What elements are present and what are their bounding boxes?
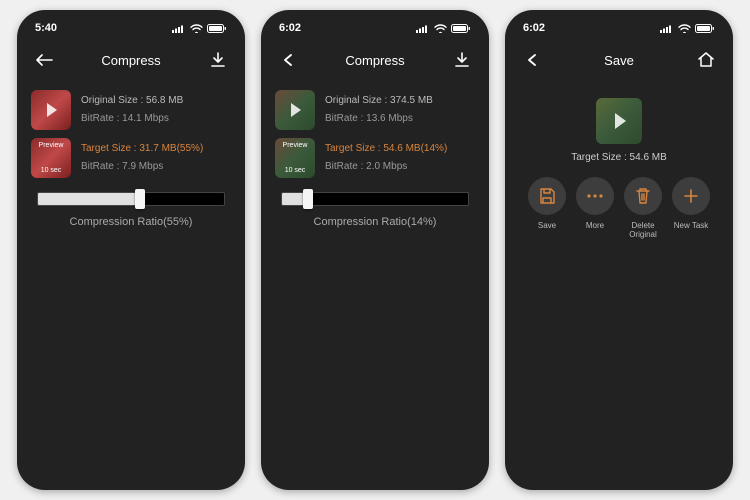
- save-button[interactable]: [528, 177, 566, 215]
- preview-duration: 10 sec: [31, 167, 71, 174]
- screen-compress-1: 5:40 Compress: [17, 10, 245, 490]
- original-info: Original Size : 56.8 MB BitRate : 14.1 M…: [81, 93, 231, 127]
- compression-slider[interactable]: [37, 192, 225, 206]
- wifi-icon: [434, 24, 447, 33]
- back-chevron-icon: [282, 53, 294, 67]
- nav-bar: Compress: [17, 42, 245, 78]
- target-row: Preview 10 sec Target Size : 54.6 MB(14%…: [275, 138, 475, 178]
- home-icon: [697, 52, 715, 68]
- slider-knob[interactable]: [135, 189, 145, 209]
- home-button[interactable]: [695, 49, 717, 71]
- compression-ratio-label: Compression Ratio(55%): [31, 216, 231, 228]
- new-task-button[interactable]: [672, 177, 710, 215]
- save-target-size: Target Size : 54.6 MB: [571, 152, 667, 163]
- trash-icon: [635, 187, 651, 205]
- action-new: New Task: [667, 177, 715, 239]
- download-button[interactable]: [451, 49, 473, 71]
- back-arrow-icon: [35, 53, 53, 67]
- status-time: 6:02: [279, 22, 301, 34]
- back-chevron-icon: [526, 53, 538, 67]
- original-thumbnail[interactable]: [275, 90, 315, 130]
- slider-fill: [38, 193, 140, 205]
- status-bar: 5:40: [17, 10, 245, 42]
- nav-bar: Compress: [261, 42, 489, 78]
- original-size: Original Size : 374.5 MB: [325, 93, 475, 109]
- save-label: Save: [538, 221, 556, 230]
- status-indicators: [416, 24, 471, 33]
- download-icon: [454, 52, 470, 68]
- status-bar: 6:02: [261, 10, 489, 42]
- action-more: More: [571, 177, 619, 239]
- target-bitrate: BitRate : 7.9 Mbps: [81, 159, 231, 175]
- nav-bar: Save: [505, 42, 733, 78]
- wifi-icon: [190, 24, 203, 33]
- action-row: Save More Delete Original: [519, 177, 719, 239]
- status-bar: 6:02: [505, 10, 733, 42]
- original-bitrate: BitRate : 14.1 Mbps: [81, 111, 231, 127]
- status-time: 5:40: [35, 22, 57, 34]
- download-button[interactable]: [207, 49, 229, 71]
- screen-save: 6:02 Save: [505, 10, 733, 490]
- slider-track: [37, 192, 225, 206]
- original-thumbnail[interactable]: [31, 90, 71, 130]
- play-icon: [47, 103, 57, 117]
- download-icon: [210, 52, 226, 68]
- slider-knob[interactable]: [303, 189, 313, 209]
- original-row: Original Size : 56.8 MB BitRate : 14.1 M…: [31, 90, 231, 130]
- play-icon: [615, 113, 626, 129]
- status-indicators: [660, 24, 715, 33]
- signal-icon: [416, 24, 430, 33]
- more-icon: [586, 193, 604, 199]
- save-thumbnail[interactable]: [596, 98, 642, 144]
- back-button[interactable]: [277, 49, 299, 71]
- target-bitrate: BitRate : 2.0 Mbps: [325, 159, 475, 175]
- save-icon: [538, 187, 556, 205]
- battery-icon: [207, 24, 227, 33]
- delete-button[interactable]: [624, 177, 662, 215]
- more-label: More: [586, 221, 604, 230]
- delete-label: Delete Original: [619, 221, 667, 239]
- action-save: Save: [523, 177, 571, 239]
- slider-track: [281, 192, 469, 206]
- original-bitrate: BitRate : 13.6 Mbps: [325, 111, 475, 127]
- play-icon: [291, 103, 301, 117]
- preview-thumbnail[interactable]: Preview 10 sec: [275, 138, 315, 178]
- back-button[interactable]: [521, 49, 543, 71]
- battery-icon: [451, 24, 471, 33]
- more-button[interactable]: [576, 177, 614, 215]
- status-time: 6:02: [523, 22, 545, 34]
- action-delete: Delete Original: [619, 177, 667, 239]
- target-info: Target Size : 31.7 MB(55%) BitRate : 7.9…: [81, 141, 231, 175]
- preview-label: Preview: [31, 142, 71, 149]
- preview-duration: 10 sec: [275, 167, 315, 174]
- signal-icon: [660, 24, 674, 33]
- preview-thumbnail[interactable]: Preview 10 sec: [31, 138, 71, 178]
- target-size: Target Size : 31.7 MB(55%): [81, 141, 231, 157]
- screen-compress-2: 6:02 Compress: [261, 10, 489, 490]
- plus-icon: [683, 188, 699, 204]
- target-row: Preview 10 sec Target Size : 31.7 MB(55%…: [31, 138, 231, 178]
- battery-icon: [695, 24, 715, 33]
- original-row: Original Size : 374.5 MB BitRate : 13.6 …: [275, 90, 475, 130]
- status-indicators: [172, 24, 227, 33]
- compression-ratio-label: Compression Ratio(14%): [275, 216, 475, 228]
- preview-label: Preview: [275, 142, 315, 149]
- compression-slider[interactable]: [281, 192, 469, 206]
- wifi-icon: [678, 24, 691, 33]
- new-task-label: New Task: [674, 221, 709, 230]
- signal-icon: [172, 24, 186, 33]
- target-size: Target Size : 54.6 MB(14%): [325, 141, 475, 157]
- original-size: Original Size : 56.8 MB: [81, 93, 231, 109]
- save-preview: Target Size : 54.6 MB: [519, 98, 719, 163]
- original-info: Original Size : 374.5 MB BitRate : 13.6 …: [325, 93, 475, 127]
- target-info: Target Size : 54.6 MB(14%) BitRate : 2.0…: [325, 141, 475, 175]
- back-button[interactable]: [33, 49, 55, 71]
